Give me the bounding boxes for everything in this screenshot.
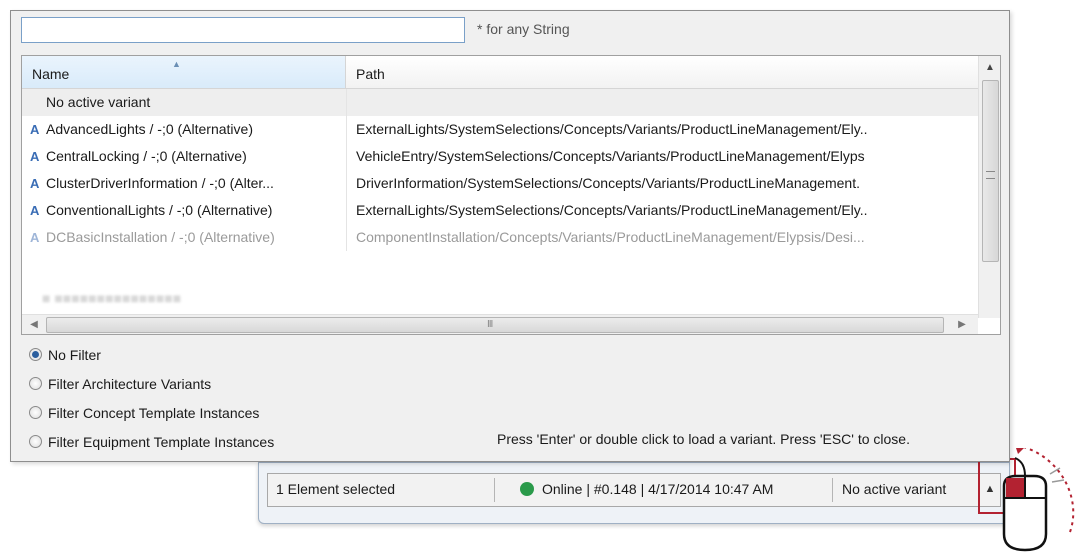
row-path: VehicleEntry/SystemSelections/Concepts/V… — [356, 148, 865, 164]
row-name: ClusterDriverInformation / -;0 (Alter... — [46, 175, 274, 191]
row-name-cell: A DCBasicInstallation / -;0 (Alternative) — [22, 224, 340, 251]
row-name-cell: A CentralLocking / -;0 (Alternative) — [22, 143, 340, 170]
vertical-scrollbar[interactable]: ▲ — [978, 56, 1000, 318]
table-row[interactable]: No active variant — [22, 89, 978, 116]
row-name: ConventionalLights / -;0 (Alternative) — [46, 202, 273, 218]
variant-selection-dialog: * for any String ▲ Name Path No active v… — [10, 10, 1010, 462]
row-name: No active variant — [46, 94, 151, 110]
mouse-double-click-icon — [1002, 448, 1075, 552]
table-row[interactable]: A ClusterDriverInformation / -;0 (Alter..… — [22, 170, 978, 197]
selection-status: 1 Element selected — [276, 481, 396, 497]
filter-label: No Filter — [48, 347, 101, 363]
row-path: DriverInformation/SystemSelections/Conce… — [356, 175, 860, 191]
column-header-path[interactable]: Path — [346, 56, 978, 88]
scroll-right-arrow-icon[interactable]: ▶ — [952, 315, 972, 334]
vertical-scroll-thumb[interactable] — [982, 80, 999, 262]
table-header: ▲ Name Path — [22, 56, 978, 89]
usage-hint: Press 'Enter' or double click to load a … — [497, 431, 910, 447]
filter-option-equipment-template-instances[interactable]: Filter Equipment Template Instances — [29, 432, 274, 461]
radio-button[interactable] — [29, 406, 42, 419]
filter-option-no-filter[interactable]: No Filter — [29, 345, 274, 374]
table-row[interactable]: A AdvancedLights / -;0 (Alternative) Exte… — [22, 116, 978, 143]
search-input[interactable] — [21, 17, 465, 43]
horizontal-scroll-thumb[interactable]: III — [46, 317, 944, 333]
online-status: Online | #0.148 | 4/17/2014 10:47 AM — [520, 474, 773, 506]
variant-table: ▲ Name Path No active variant A AdvancedL… — [21, 55, 1001, 335]
scroll-grip-icon — [986, 171, 995, 179]
online-status-icon — [520, 482, 534, 496]
search-hint: * for any String — [477, 21, 570, 37]
filter-label: Filter Concept Template Instances — [48, 405, 260, 421]
row-name: CentralLocking / -;0 (Alternative) — [46, 148, 247, 164]
filter-label: Filter Architecture Variants — [48, 376, 212, 392]
row-name: AdvancedLights / -;0 (Alternative) — [46, 121, 253, 137]
filter-option-concept-template-instances[interactable]: Filter Concept Template Instances — [29, 403, 274, 432]
column-header-name-label: Name — [32, 66, 70, 82]
horizontal-scrollbar[interactable]: ◀ III ▶ — [22, 314, 978, 334]
scroll-left-arrow-icon[interactable]: ◀ — [24, 315, 44, 334]
filter-options: No Filter Filter Architecture Variants F… — [29, 345, 274, 461]
row-path: ComponentInstallation/Concepts/Variants/… — [356, 229, 865, 245]
arrow-head-icon — [1016, 448, 1024, 454]
statusbar: 1 Element selected Online | #0.148 | 4/1… — [267, 473, 1001, 507]
statusbar-divider — [494, 478, 495, 502]
radio-button[interactable] — [29, 377, 42, 390]
faded-row-fragment: ■ ■■■■■■■■■■■■■■■ — [42, 290, 182, 306]
scroll-grip-icon: III — [487, 319, 493, 330]
filter-option-architecture-variants[interactable]: Filter Architecture Variants — [29, 374, 274, 403]
row-path: ExternalLights/SystemSelections/Concepts… — [356, 202, 868, 218]
filter-label: Filter Equipment Template Instances — [48, 434, 275, 450]
table-row[interactable]: A CentralLocking / -;0 (Alternative) Vehi… — [22, 143, 978, 170]
row-name: DCBasicInstallation / -;0 (Alternative) — [46, 229, 275, 245]
active-variant-status[interactable]: No active variant — [842, 474, 946, 506]
variant-icon: A — [30, 149, 40, 164]
sort-ascending-icon: ▲ — [172, 59, 181, 69]
row-name-cell: A ConventionalLights / -;0 (Alternative) — [22, 197, 340, 224]
row-path — [346, 89, 976, 116]
variant-icon: A — [30, 203, 40, 218]
variant-icon: A — [30, 122, 40, 137]
statusbar-divider — [832, 478, 833, 502]
main-window-statusbar-area: 1 Element selected Online | #0.148 | 4/1… — [258, 462, 1010, 524]
mouse-left-button — [1006, 478, 1025, 498]
scroll-up-arrow-icon[interactable]: ▲ — [979, 58, 1000, 78]
row-path: ExternalLights/SystemSelections/Concepts… — [356, 121, 868, 137]
column-header-name[interactable]: ▲ Name — [22, 56, 346, 88]
variant-icon: A — [30, 230, 40, 245]
online-status-text: Online | #0.148 | 4/17/2014 10:47 AM — [542, 481, 774, 497]
mouse-cable — [1014, 457, 1026, 477]
radio-button-selected[interactable] — [29, 348, 42, 361]
row-name-cell: A ClusterDriverInformation / -;0 (Alter..… — [22, 170, 340, 197]
table-row[interactable]: A ConventionalLights / -;0 (Alternative) … — [22, 197, 978, 224]
click-indicator — [1051, 479, 1065, 483]
radio-button[interactable] — [29, 435, 42, 448]
variant-icon: A — [30, 176, 40, 191]
table-row[interactable]: A DCBasicInstallation / -;0 (Alternative)… — [22, 224, 978, 251]
row-name-cell: A AdvancedLights / -;0 (Alternative) — [22, 116, 340, 143]
column-header-path-label: Path — [356, 66, 385, 82]
